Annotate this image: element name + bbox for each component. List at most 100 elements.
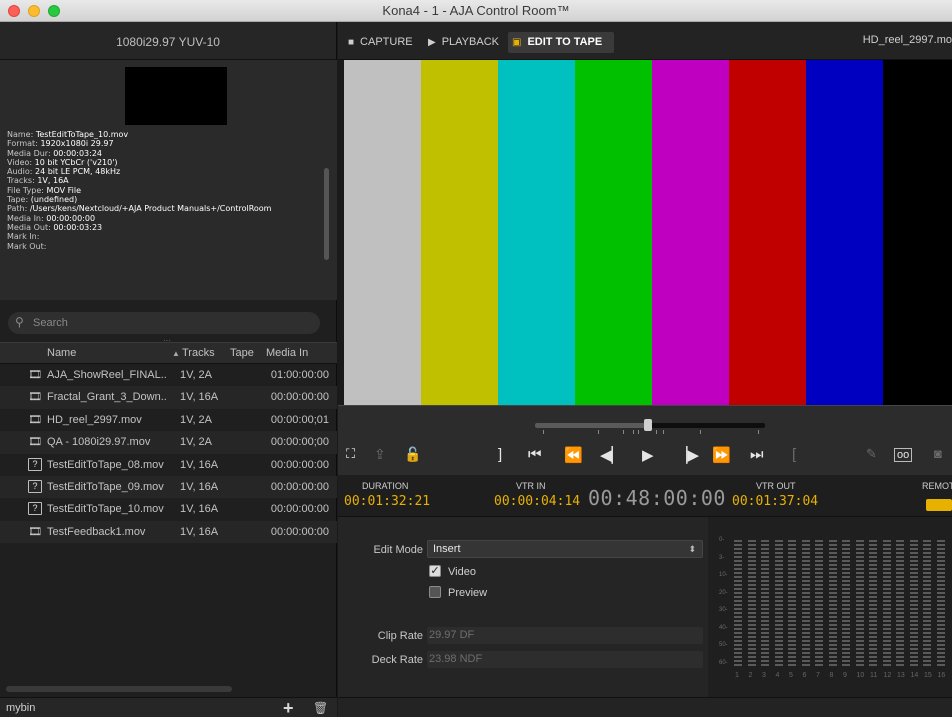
table-row[interactable]: 🎞 Fractal_Grant_3_Down... 1V, 16A 00:00:00:… [0,386,337,409]
table-row[interactable]: 🎞 HD_reel_2997.mov 1V, 2A 00:00:00;01 [0,409,337,431]
unknown-file-icon: ? [28,457,42,471]
clip-tracks: 1V, 2A [180,369,213,381]
clip-info-label: Media In: [7,213,47,223]
clip-media-in: 00:00:00:00 [270,480,329,493]
transport-controls: ⛶ ⇪ 🔓 ] ⏮ ⏪ ◀▏ ▶ ▕▶ ⏩ ⏭ [ ✎ oo ◙ [338,405,952,475]
pencil-icon[interactable]: ✎ [866,446,877,462]
table-row[interactable]: 🎞 TestFeedback1.mov 1V, 16A 00:00:00:00 [0,520,337,544]
table-row[interactable]: 🎞 AJA_ShowReel_FINAL.... 1V, 2A 01:00:00:00 [0,364,337,386]
meter-channel-number: 3 [762,672,766,679]
clip-info-value: 10 bit YCbCr ('v210') [34,157,118,167]
clip-info-label: Media Dur: [7,148,54,158]
clip-info-row: Path: /Users/kens/Nextcloud/+AJA Product… [7,204,322,213]
table-row[interactable]: ? TestEditToTape_08.mov 1V, 16A 00:00:00:00 [0,454,337,476]
audio-meter-column [761,540,769,668]
duration-timecode[interactable]: 00:01:32:21 [344,494,430,509]
fullscreen-icon[interactable]: ⛶ [346,446,355,462]
clip-info-panel: Name: TestEditToTape_10.mov Format: 1920x… [0,60,337,345]
add-icon[interactable]: + [283,698,294,717]
clip-media-in: 00:00:00:00 [270,458,329,471]
clip-info-value: 1920x1080i 29.97 [40,139,114,149]
unknown-file-icon: ? [28,479,42,493]
go-to-start-icon[interactable]: ⏮ [528,446,542,463]
scrub-tick [598,430,599,434]
scrub-thumb[interactable] [644,419,652,431]
audio-meter-column [869,540,877,668]
preview-checkbox[interactable] [429,586,441,598]
table-row[interactable]: ? TestEditToTape_10.mov 1V, 16A 00:00:00:00 [0,498,337,520]
clip-name: TestEditToTape_08.mov [47,458,164,471]
vtr-in-timecode[interactable]: 00:00:04:14 [494,494,580,509]
table-row[interactable]: ? TestEditToTape_09.mov 1V, 16A 00:00:00:00 [0,475,337,499]
column-header-name[interactable]: Name [47,347,76,359]
scrub-tick [623,430,624,434]
clip-info-row: Mark In: [7,232,322,241]
clip-media-in: 00:00:00:00 [270,503,329,516]
clip-tracks: 1V, 16A [180,458,219,471]
meter-channel-number: 11 [870,672,878,679]
clip-info-row: Video: 10 bit YCbCr ('v210') [7,158,322,167]
meter-scale-label: 60- [719,659,728,666]
audio-meter-column [774,540,783,668]
column-header-tracks[interactable]: Tracks [182,347,215,359]
column-header-tape[interactable]: Tape [230,347,254,359]
clip-info-label: Mark Out: [7,241,47,251]
camera-icon: ■ [348,37,355,48]
remote-label: REMOTI [922,481,952,491]
clip-info-value: 00:00:00:00 [46,213,96,223]
go-to-end-icon[interactable]: ⏭ [750,446,764,463]
color-bar [805,60,883,405]
meter-scale-label: 0- [719,537,725,543]
clip-table-body: 🎞 AJA_ShowReel_FINAL.... 1V, 2A 01:00:00:00… [0,364,337,544]
left-panel: 1080i29.97 YUV-10 Name: TestEditToTape_1… [0,22,337,717]
film-icon: 🎞 [28,413,42,426]
meter-scale-label: 30- [719,607,728,613]
clip-info-label: Video: [7,157,35,167]
step-back-icon[interactable]: ◀▏ [600,446,623,464]
search-box[interactable]: ⚲ [8,312,320,334]
step-forward-icon[interactable]: ▕▶ [676,446,699,464]
vtr-out-timecode[interactable]: 00:01:37:04 [732,494,818,509]
clip-info-label: Mark In: [7,232,40,242]
preview-checkbox-label: Preview [448,587,488,599]
rewind-icon[interactable]: ⏪ [564,446,583,464]
clip-name: AJA_ShowReel_FINAL.... [47,369,167,381]
video-checkbox[interactable]: ✓ [429,565,441,577]
window-title: Kona4 - 1 - AJA Control Room™ [382,3,570,18]
edit-mode-select[interactable]: Insert ⬍ [427,540,703,558]
tab-playback[interactable]: ▶ PLAYBACK [424,32,506,53]
tab-edit-to-tape[interactable]: ▣ EDIT TO TAPE [508,32,614,53]
fast-forward-icon[interactable]: ⏩ [712,446,731,464]
play-icon: ▶ [428,37,436,48]
mark-in-icon[interactable]: ] [498,446,502,463]
info-vertical-scrollbar[interactable] [324,168,329,260]
film-icon: 🎞 [28,369,42,381]
color-bar [882,60,952,405]
mark-out-icon[interactable]: [ [792,446,796,463]
audio-meter-column [882,540,891,668]
audio-meter-column [815,540,823,668]
film-icon: 🎞 [28,525,42,538]
meter-channel-number: 14 [910,672,919,679]
search-icon: ⚲ [15,315,24,329]
scrub-tick [543,430,544,434]
table-row[interactable]: 🎞 QA - 1080i29.97.mov 1V, 2A 00:00:00;00 [0,431,337,454]
scrub-tick [633,430,634,434]
bin-horizontal-scrollbar[interactable] [6,686,232,692]
clip-tracks: 1V, 2A [180,413,213,426]
play-button-icon[interactable]: ▶ [642,446,654,464]
unlock-icon[interactable]: 🔓 [404,446,421,463]
search-input[interactable] [33,315,303,331]
trash-icon[interactable]: 🗑 [313,701,328,715]
column-header-media-in[interactable]: Media In [266,347,308,359]
audio-meter-column [855,540,864,668]
remote-icon[interactable] [926,499,952,511]
settings-icon[interactable]: ◙ [934,446,942,461]
tape-deck-icon[interactable]: oo [894,448,913,462]
share-icon[interactable]: ⇪ [374,446,386,463]
meter-channel-number: 12 [883,672,892,679]
color-bar [651,60,729,405]
sort-ascending-icon[interactable]: ▲ [168,347,180,359]
tab-capture[interactable]: ■ CAPTURE [344,32,422,53]
clip-info-row: Tape: (undefined) [7,195,322,204]
